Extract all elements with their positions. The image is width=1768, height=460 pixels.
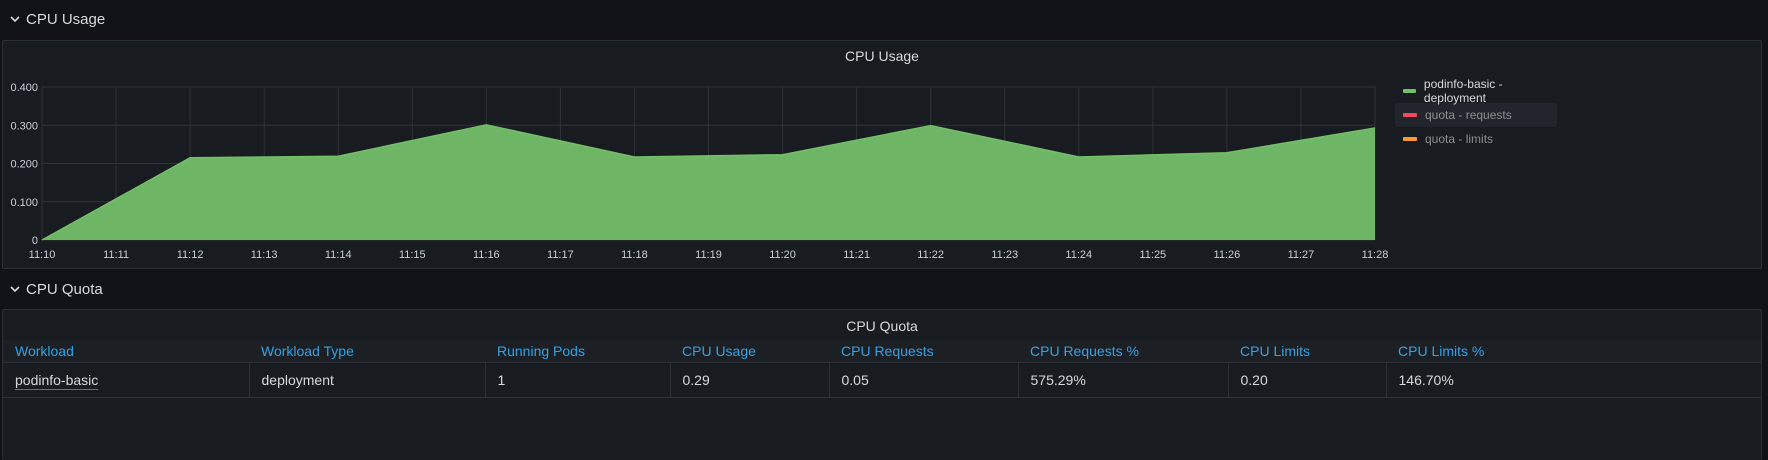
table-cell: 0.20 [1228,362,1387,398]
x-tick-label: 11:13 [251,249,278,261]
row-title: CPU Quota [26,280,103,298]
x-tick-label: 11:28 [1362,249,1389,261]
column-header[interactable]: Workload [3,340,249,363]
x-tick-label: 11:27 [1288,249,1315,261]
table-row: podinfo-basic deployment 1 0.29 0.05 575… [3,362,1761,398]
y-tick-label: 0.300 [10,120,38,132]
x-tick-label: 11:23 [991,249,1018,261]
x-tick-label: 11:22 [917,249,944,261]
x-tick-label: 11:24 [1065,249,1092,261]
table-cell: 146.70% [1386,362,1761,398]
cpu-quota-panel: CPU Quota Workload Workload Type Running… [2,309,1762,460]
panel-title[interactable]: CPU Quota [3,318,1761,334]
x-tick-label: 11:17 [547,249,574,261]
legend-label: quota - limits [1425,132,1494,146]
legend-label: quota - requests [1425,108,1512,122]
x-tick-label: 11:18 [621,249,648,261]
chart-legend: podinfo-basic - deployment quota - reque… [1395,77,1557,151]
column-header[interactable]: CPU Requests [829,340,1018,363]
legend-label: podinfo-basic - deployment [1423,77,1503,105]
chevron-down-icon [10,286,20,293]
column-header[interactable]: CPU Limits [1228,340,1386,363]
y-tick-label: 0.100 [10,197,38,209]
x-tick-label: 11:12 [177,249,204,261]
column-header[interactable]: Running Pods [485,340,670,363]
workload-link[interactable]: podinfo-basic [15,372,98,388]
x-tick-label: 11:10 [29,249,56,261]
x-tick-label: 11:21 [843,249,870,261]
row-toggle-cpu-usage[interactable]: CPU Usage [8,7,105,31]
legend-item-limits[interactable]: quota - limits [1395,127,1557,151]
table-cell: deployment [249,362,486,398]
x-tick-label: 11:20 [769,249,796,261]
table-cell: 1 [485,362,671,398]
x-tick-label: 11:16 [473,249,500,261]
x-tick-label: 11:26 [1214,249,1241,261]
legend-swatch [1403,137,1417,141]
x-tick-label: 11:19 [695,249,722,261]
row-title: CPU Usage [26,10,106,28]
column-header[interactable]: CPU Limits % [1386,340,1761,363]
y-tick-label: 0.200 [10,159,38,171]
x-tick-label: 11:25 [1139,249,1166,261]
legend-swatch [1403,113,1417,117]
table-header-row: Workload Workload Type Running Pods CPU … [3,340,1761,363]
x-tick-label: 11:11 [103,249,129,261]
table-cell: 575.29% [1018,362,1229,398]
column-header[interactable]: CPU Requests % [1018,340,1228,363]
x-tick-label: 11:15 [399,249,426,261]
row-toggle-cpu-quota[interactable]: CPU Quota [8,277,103,301]
legend-item-requests[interactable]: quota - requests [1395,103,1557,127]
y-tick-label: 0 [32,235,38,247]
table-cell: podinfo-basic [3,362,250,398]
column-header[interactable]: Workload Type [249,340,485,363]
quota-table: Workload Workload Type Running Pods CPU … [3,340,1761,398]
y-tick-label: 0.400 [10,82,38,94]
cpu-usage-panel: CPU Usage 0 0.100 0.200 0.300 0.400 11:10 11:1… [2,40,1762,269]
table-cell: 0.29 [670,362,830,398]
cpu-usage-chart[interactable]: 0 0.100 0.200 0.300 0.400 11:10 11:11 11:12 11:1… [3,41,1393,270]
table-cell: 0.05 [829,362,1019,398]
legend-item-deployment[interactable]: podinfo-basic - deployment [1395,77,1557,105]
legend-swatch [1403,89,1416,93]
chevron-down-icon [10,16,20,23]
column-header[interactable]: CPU Usage [670,340,829,363]
x-tick-label: 11:14 [325,249,352,261]
